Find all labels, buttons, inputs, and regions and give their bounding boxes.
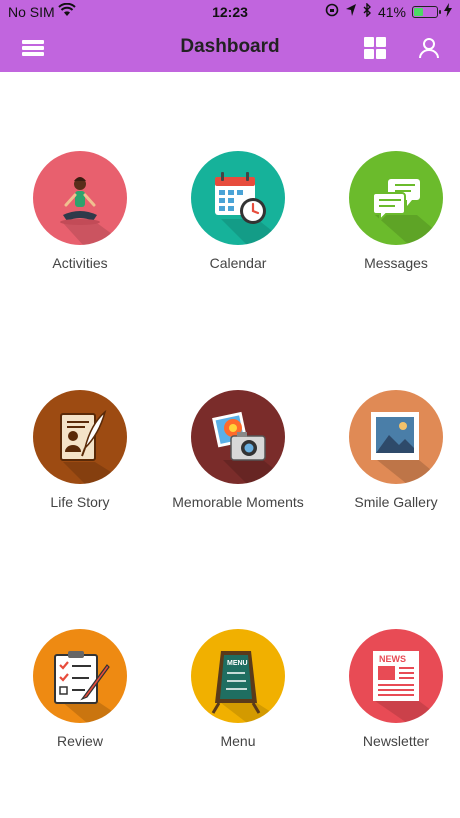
page-title: Dashboard (180, 36, 280, 57)
calendar-clock-icon (191, 151, 285, 245)
tile-label: Life Story (50, 494, 110, 510)
tile-label: Memorable Moments (172, 494, 304, 510)
picture-frame-icon (349, 390, 443, 484)
tile-label: Calendar (209, 255, 267, 271)
tile-messages[interactable]: Messages (321, 151, 460, 271)
clipboard-checklist-icon (33, 629, 127, 723)
camera-photos-icon (191, 390, 285, 484)
menu-board-icon: MENU (191, 629, 285, 723)
tile-label: Menu (220, 733, 256, 749)
battery-icon (412, 5, 441, 18)
tile-label: Messages (364, 255, 428, 271)
chat-bubbles-icon (349, 151, 443, 245)
tile-life-story[interactable]: Life Story (5, 390, 155, 510)
user-profile-icon[interactable] (417, 36, 441, 60)
yoga-person-icon (33, 151, 127, 245)
grid-view-icon[interactable] (363, 36, 387, 60)
svg-text:MENU: MENU (227, 660, 248, 667)
tile-smile-gallery[interactable]: Smile Gallery (321, 390, 460, 510)
charging-icon (444, 3, 452, 20)
tile-newsletter[interactable]: NEWS Newsletter (321, 629, 460, 749)
tile-calendar[interactable]: Calendar (163, 151, 313, 271)
tile-memorable-moments[interactable]: Memorable Moments (163, 390, 313, 510)
document-quill-icon (33, 390, 127, 484)
tile-label: Activities (52, 255, 108, 271)
svg-text:NEWS: NEWS (379, 654, 406, 664)
tile-label: Smile Gallery (354, 494, 438, 510)
tile-activities[interactable]: Activities (5, 151, 155, 271)
location-icon (345, 3, 357, 20)
battery-percent: 41% (377, 3, 406, 20)
tile-label: Newsletter (362, 733, 430, 749)
newspaper-icon: NEWS (349, 629, 443, 723)
tile-label: Review (57, 733, 103, 749)
screen-lock-icon (325, 3, 339, 20)
status-bar: No SIM 12:23 41% (0, 0, 460, 24)
tile-menu[interactable]: MENU Menu (163, 629, 313, 749)
tile-review[interactable]: Review (5, 629, 155, 749)
header-bar: Dashboard (0, 24, 460, 72)
bluetooth-icon (363, 2, 372, 20)
